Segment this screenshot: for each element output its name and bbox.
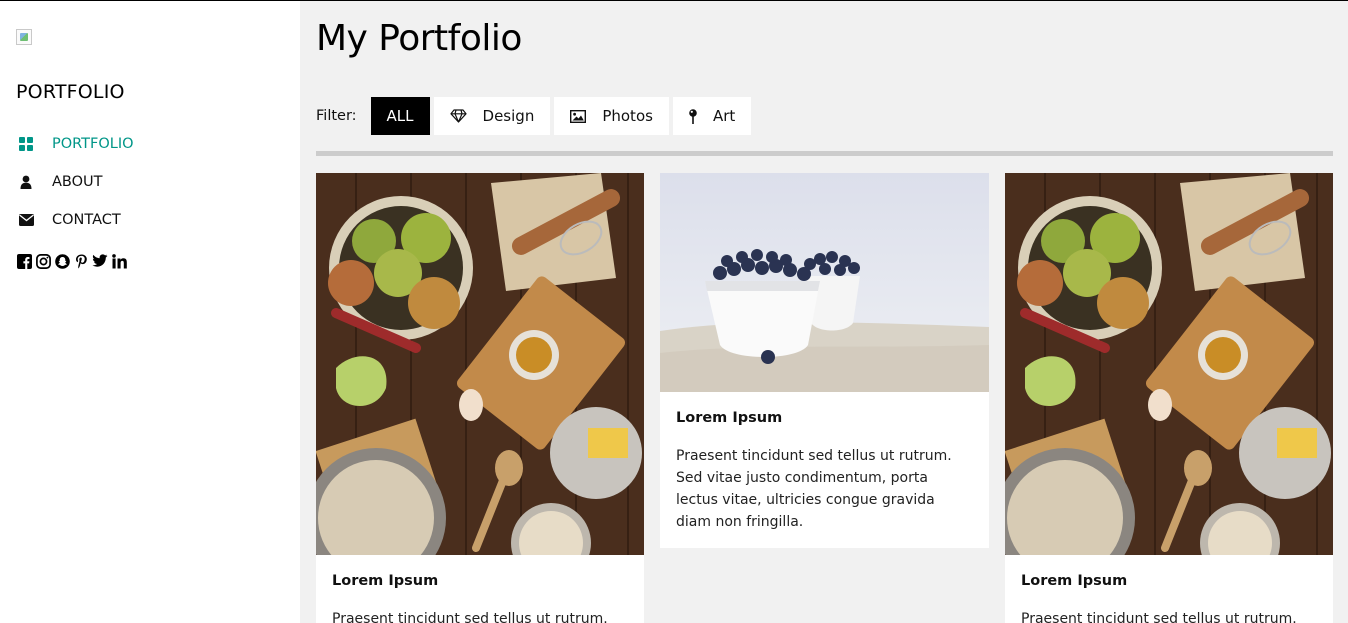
instagram-icon[interactable]: [35, 252, 51, 270]
portfolio-card[interactable]: Lorem Ipsum Praesent tincidunt sed tellu…: [660, 173, 989, 548]
user-icon: [16, 172, 36, 192]
portfolio-card[interactable]: Lorem Ipsum Praesent tincidunt sed tellu…: [1005, 173, 1333, 623]
sidebar-item-label: CONTACT: [52, 212, 121, 228]
card-title: Lorem Ipsum: [676, 410, 783, 426]
sidebar-item-about[interactable]: ABOUT: [16, 163, 134, 201]
logo-image[interactable]: [16, 29, 32, 45]
sidebar-item-label: PORTFOLIO: [52, 136, 134, 152]
filter-button-label: Photos: [602, 107, 653, 125]
card-text: Praesent tincidunt sed tellus ut rutrum.: [1021, 611, 1297, 623]
social-links: [16, 252, 127, 270]
card-title: Lorem Ipsum: [1021, 573, 1128, 589]
filter-photos-button[interactable]: Photos: [554, 97, 669, 135]
filter-bar: Filter: ALL Design Photos Art: [316, 97, 755, 135]
main-content: My Portfolio Filter: ALL Design Photos A…: [316, 1, 1333, 623]
brand-title: PORTFOLIO: [16, 81, 125, 103]
kitchen-ingredients-image: [316, 173, 644, 555]
sidebar-item-contact[interactable]: CONTACT: [16, 201, 134, 239]
portfolio-card[interactable]: Lorem Ipsum Praesent tincidunt sed tellu…: [316, 173, 644, 623]
card-text: Praesent tincidunt sed tellus ut rutrum.…: [676, 448, 952, 530]
card-body: Lorem Ipsum Praesent tincidunt sed tellu…: [660, 392, 989, 533]
map-pin-icon: [689, 108, 697, 124]
filter-label: Filter:: [316, 108, 357, 124]
card-body: Lorem Ipsum Praesent tincidunt sed tellu…: [1005, 555, 1333, 623]
facebook-icon[interactable]: [16, 252, 32, 270]
card-text: Praesent tincidunt sed tellus ut rutrum.: [332, 611, 608, 623]
th-large-icon: [16, 134, 36, 154]
filter-art-button[interactable]: Art: [672, 97, 752, 135]
blueberries-bowl-image: [660, 173, 989, 392]
page-title: My Portfolio: [316, 18, 522, 59]
filter-button-label: Design: [482, 107, 535, 125]
envelope-icon: [16, 210, 36, 230]
filter-button-label: Art: [712, 107, 736, 125]
filter-design-button[interactable]: Design: [433, 97, 551, 135]
card-body: Lorem Ipsum Praesent tincidunt sed tellu…: [316, 555, 644, 623]
filter-all-button[interactable]: ALL: [370, 97, 430, 135]
sidebar-item-portfolio[interactable]: PORTFOLIO: [16, 125, 134, 163]
linkedin-icon[interactable]: [111, 252, 127, 270]
snapchat-icon[interactable]: [54, 252, 70, 270]
diamond-icon: [449, 109, 467, 123]
sidebar: PORTFOLIO PORTFOLIO ABOUT CONTACT: [0, 1, 300, 623]
card-title: Lorem Ipsum: [332, 573, 439, 589]
twitter-icon[interactable]: [92, 252, 108, 270]
sidebar-nav: PORTFOLIO ABOUT CONTACT: [16, 125, 134, 239]
filter-button-label: ALL: [386, 107, 414, 125]
section-divider: [316, 151, 1333, 156]
sidebar-item-label: ABOUT: [52, 174, 103, 190]
pinterest-icon[interactable]: [73, 252, 89, 270]
photo-icon: [570, 109, 587, 123]
kitchen-ingredients-image: [1005, 173, 1333, 555]
